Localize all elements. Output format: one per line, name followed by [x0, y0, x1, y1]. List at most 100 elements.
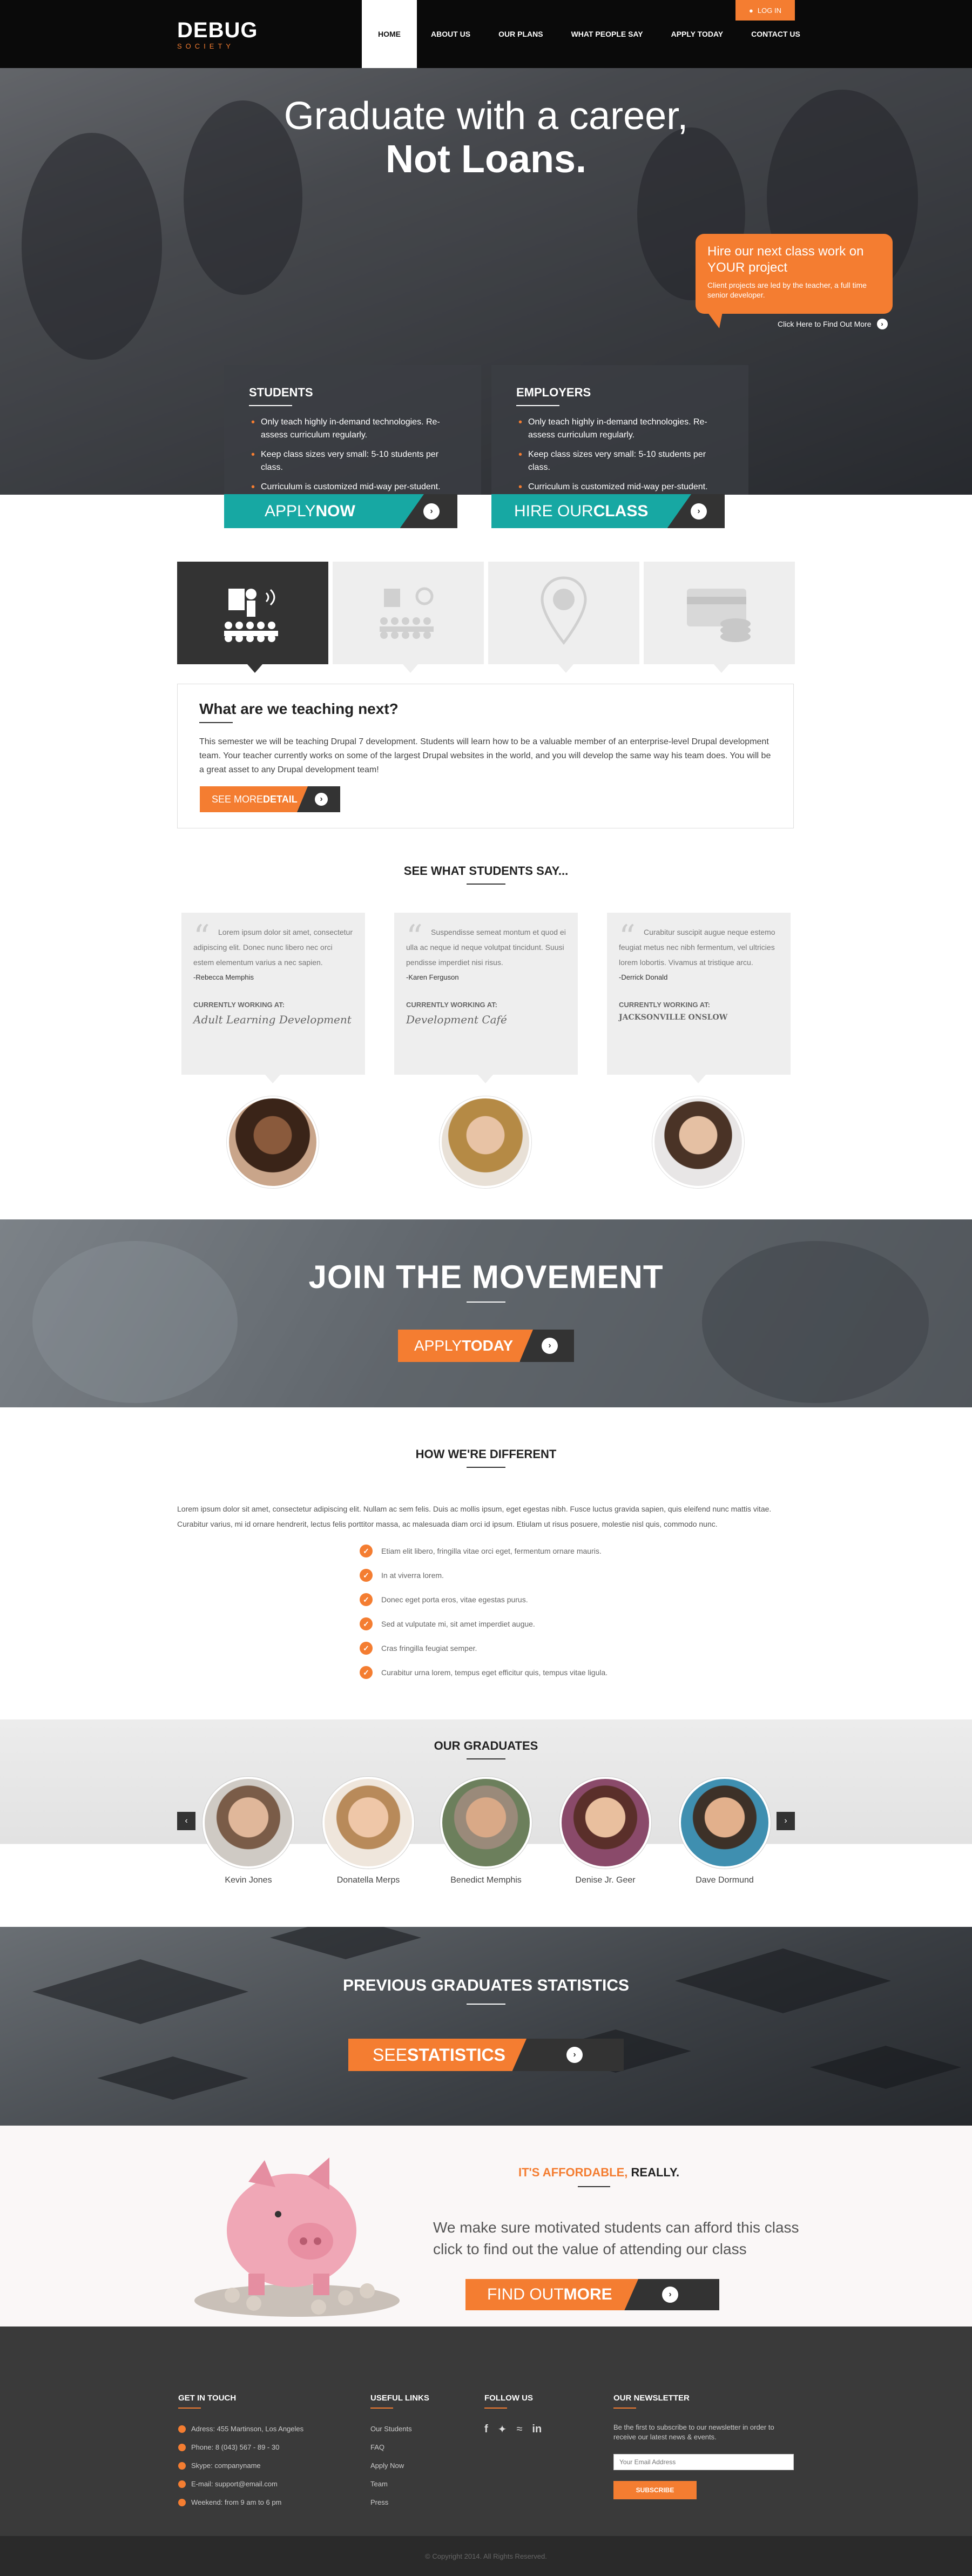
newsletter-email-input[interactable]	[613, 2454, 794, 2470]
check-text: Donec eget porta eros, vitae egestas pur…	[381, 1595, 528, 1604]
graduate-avatar[interactable]	[559, 1777, 651, 1869]
find-out-more-link[interactable]: Click Here to Find Out More ›	[778, 319, 888, 329]
rss-icon[interactable]: ≈	[516, 2423, 522, 2436]
newsletter-text: Be the first to subscribe to our newslet…	[613, 2423, 774, 2441]
footer-link-our-students[interactable]: Our Students	[370, 2425, 412, 2433]
apply-today-label: APPLY TODAY	[398, 1330, 533, 1362]
hire-bubble[interactable]: Hire our next class work on YOUR project…	[696, 234, 893, 314]
avatar	[227, 1096, 319, 1188]
find-out-more-light: FIND OUT	[487, 2285, 564, 2303]
apply-now-button[interactable]: APPLY NOW ›	[224, 494, 481, 528]
footer-link-team[interactable]: Team	[370, 2480, 388, 2488]
graduate-avatar[interactable]	[679, 1777, 771, 1869]
testimonial-author: -Rebecca Memphis	[193, 973, 254, 981]
logo-text: DEBUG	[177, 18, 258, 42]
check-list-item: ✓ Curabitur urna lorem, tempus eget effic…	[360, 1666, 608, 1679]
divider	[613, 2408, 636, 2409]
tab-classes[interactable]	[333, 562, 484, 673]
nav-home[interactable]: HOME	[362, 0, 417, 68]
linkedin-icon[interactable]: in	[532, 2423, 542, 2436]
bubble-text: Client projects are led by the teacher, …	[707, 281, 867, 299]
carousel-next-button[interactable]: ›	[777, 1812, 795, 1830]
graduate-avatar[interactable]	[440, 1777, 532, 1869]
nav-contact-us[interactable]: CONTACT US	[737, 0, 814, 68]
teaching-title: What are we teaching next?	[199, 700, 399, 717]
logo[interactable]: DEBUG SOCIETY	[177, 19, 258, 50]
subscribe-button[interactable]: SUBSCRIBE	[613, 2481, 697, 2499]
graduate-name: Benedict Memphis	[450, 1876, 522, 1885]
testimonial-quote: Curabitur suscipit augue neque estemo fe…	[619, 928, 775, 967]
graduate-avatar[interactable]	[322, 1777, 414, 1869]
carousel-prev-button[interactable]: ‹	[177, 1812, 195, 1830]
statistics-title: PREVIOUS GRADUATES STATISTICS	[342, 1977, 630, 1994]
contact-email[interactable]: E-mail: support@email.com	[178, 2480, 278, 2488]
divider	[370, 2408, 393, 2409]
apply-today-light: APPLY	[414, 1337, 462, 1354]
check-icon: ✓	[360, 1569, 373, 1582]
tab-pointer	[714, 664, 729, 673]
credit-card-coins-icon	[687, 589, 751, 642]
footer-link-press[interactable]: Press	[370, 2498, 388, 2506]
card-pointer	[478, 1075, 493, 1083]
facebook-icon[interactable]: f	[484, 2423, 488, 2436]
teaching-text: This semester we will be teaching Drupal…	[199, 737, 771, 774]
see-statistics-button[interactable]: SEE STATISTICS ›	[348, 2039, 624, 2071]
nav-apply-today[interactable]: APPLY TODAY	[657, 0, 738, 68]
testimonials-title: SEE WHAT STUDENTS SAY...	[403, 864, 569, 878]
check-icon: ✓	[360, 1617, 373, 1630]
hire-our-class-button[interactable]: HIRE OUR CLASS ›	[491, 494, 748, 528]
working-at-label: CURRENTLY WORKING AT:	[619, 1001, 710, 1009]
check-text: In at viverra lorem.	[381, 1571, 444, 1580]
contact-skype: Skype: companyname	[178, 2462, 261, 2470]
nav-our-plans[interactable]: OUR PLANS	[484, 0, 557, 68]
footer-follow-title: FOLLOW US	[484, 2393, 533, 2403]
hero-title: Graduate with a career, Not Loans.	[0, 95, 972, 181]
graduates-title: OUR GRADUATES	[434, 1739, 538, 1752]
piggy-bank-image	[194, 2157, 400, 2317]
see-more-label: SEE MORE DETAIL	[200, 786, 308, 812]
students-item: Only teach highly in-demand technologies…	[249, 416, 456, 442]
find-out-more-button[interactable]: FIND OUT MORE ›	[465, 2279, 719, 2310]
graduate-avatar[interactable]	[202, 1777, 294, 1869]
divider	[578, 2186, 610, 2187]
hire-class-bold: CLASS	[593, 502, 649, 520]
contact-email-text: E-mail: support@email.com	[191, 2480, 278, 2488]
arrow-right-icon: ›	[691, 503, 707, 520]
copyright-bar: © Copyright 2014. All Rights Reserved.	[0, 2536, 972, 2576]
apply-today-bold: TODAY	[462, 1337, 514, 1354]
contact-hours-text: Weekend: from 9 am to 6 pm	[191, 2498, 282, 2506]
see-more-bold: DETAIL	[263, 793, 298, 805]
divider	[516, 405, 559, 406]
social-icons: f ✦ ≈ in	[484, 2423, 542, 2436]
arrow-right-icon: ›	[662, 2287, 678, 2303]
tab-pointer	[247, 664, 262, 673]
students-box: STUDENTS Only teach highly in-demand tec…	[224, 365, 481, 495]
quote-icon: “	[406, 918, 423, 956]
tab-location[interactable]	[488, 562, 639, 673]
hire-class-light: HIRE OUR	[514, 502, 593, 520]
see-statistics-label: SEE STATISTICS	[348, 2039, 526, 2071]
check-icon: ✓	[360, 1666, 373, 1679]
apply-today-button[interactable]: APPLY TODAY ›	[398, 1330, 575, 1362]
tab-pricing[interactable]	[644, 562, 795, 673]
footer-link-apply-now[interactable]: Apply Now	[370, 2462, 404, 2470]
footer-link-faq[interactable]: FAQ	[370, 2443, 384, 2451]
check-list-item: ✓ In at viverra lorem.	[360, 1569, 444, 1582]
see-more-light: SEE MORE	[212, 793, 264, 805]
nav-what-people-say[interactable]: WHAT PEOPLE SAY	[557, 0, 657, 68]
check-list-item: ✓ Donec eget porta eros, vitae egestas pu…	[360, 1593, 528, 1606]
graduate-name: Donatella Merps	[336, 1876, 400, 1885]
arrow-right-icon: ›	[315, 793, 328, 806]
nav-about-us[interactable]: ABOUT US	[417, 0, 484, 68]
arrow-right-icon: ›	[542, 1338, 558, 1354]
twitter-icon[interactable]: ✦	[498, 2423, 507, 2436]
tab-teaching[interactable]	[177, 562, 328, 673]
testimonial-card: “ Curabitur suscipit augue neque estemo …	[607, 913, 791, 1083]
students-item: Curriculum is customized mid-way per-stu…	[249, 481, 456, 494]
check-list-item: ✓ Cras fringilla feugiat semper.	[360, 1642, 477, 1655]
tab-pointer	[403, 664, 418, 673]
contact-hours: Weekend: from 9 am to 6 pm	[178, 2498, 281, 2506]
see-statistics-bold: STATISTICS	[407, 2045, 505, 2065]
testimonial-author: -Karen Ferguson	[406, 973, 459, 981]
see-more-detail-button[interactable]: SEE MORE DETAIL ›	[200, 786, 340, 812]
